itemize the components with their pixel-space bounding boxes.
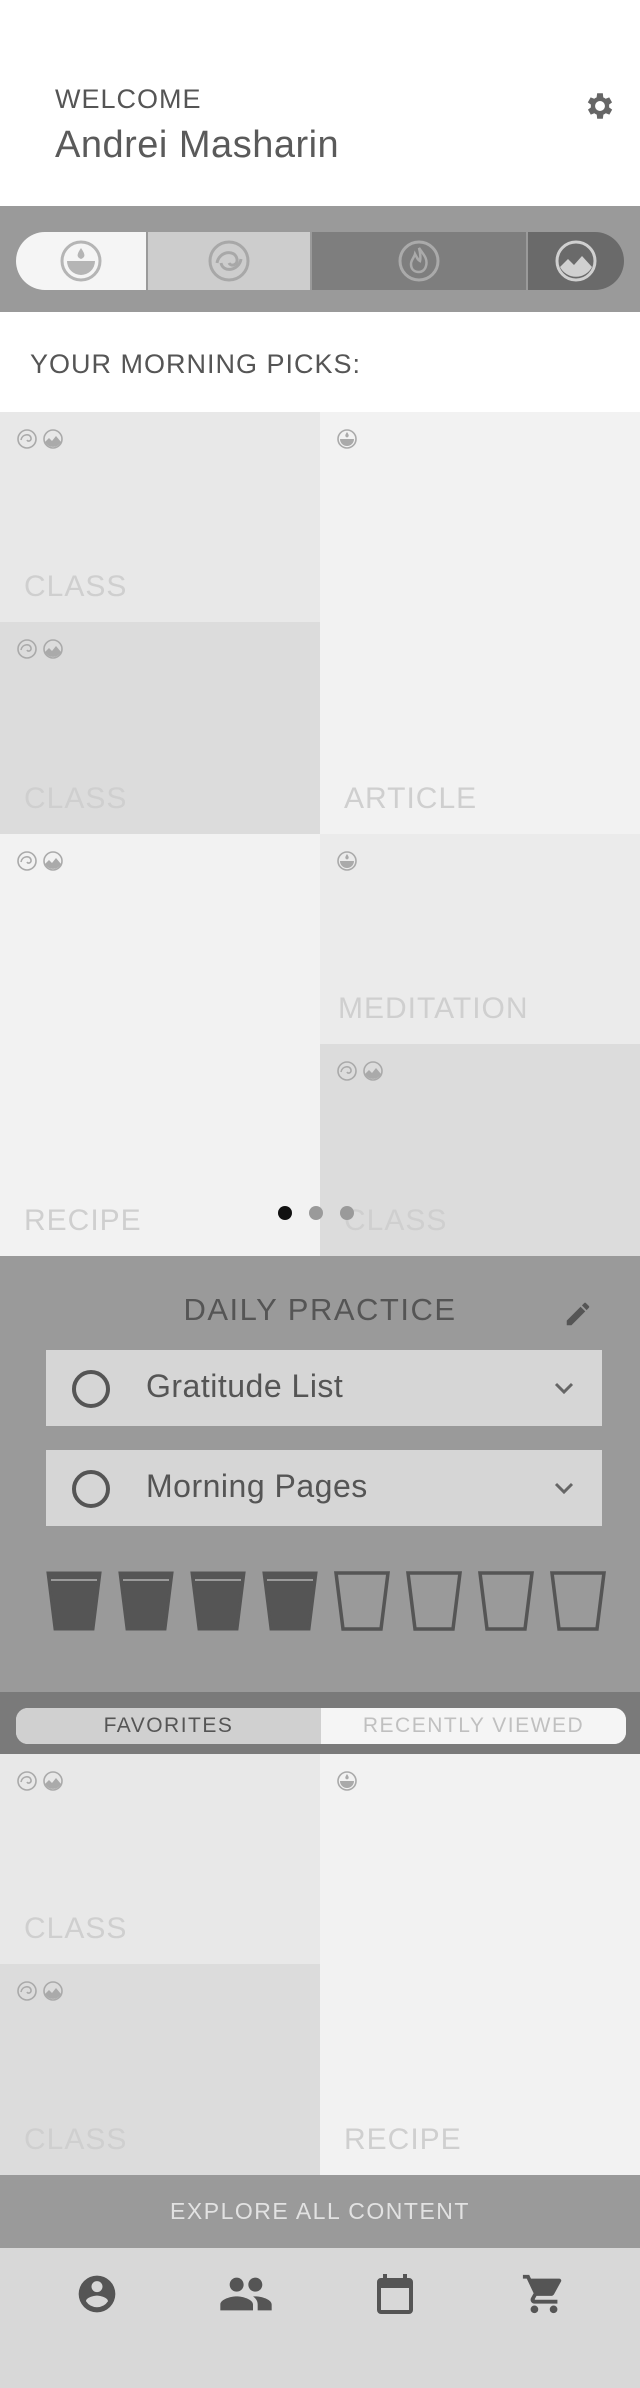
- element-icons: [336, 1060, 384, 1082]
- air-swirl-icon: [17, 1981, 37, 2001]
- card-label: ARTICLE: [344, 782, 478, 815]
- water-cup-empty[interactable]: [476, 1570, 536, 1632]
- pick-card-class-3[interactable]: CLASS: [320, 1044, 640, 1256]
- practice-label: Gratitude List: [146, 1368, 344, 1404]
- card-label: CLASS: [24, 782, 128, 815]
- practice-item-gratitude[interactable]: Gratitude List: [46, 1350, 602, 1426]
- carousel-dot-2[interactable]: [309, 1206, 323, 1220]
- water-cup-filled[interactable]: [116, 1570, 176, 1632]
- water-drop-icon: [337, 851, 357, 871]
- air-swirl-icon: [17, 851, 37, 871]
- fire-icon: [398, 240, 440, 282]
- water-cup-empty[interactable]: [404, 1570, 464, 1632]
- welcome-label: WELCOME: [55, 84, 202, 114]
- earth-icon: [43, 429, 63, 449]
- daily-practice-title: DAILY PRACTICE: [183, 1292, 457, 1327]
- earth-icon: [43, 639, 63, 659]
- pick-card-recipe[interactable]: RECIPE: [0, 834, 320, 1256]
- element-icons: [336, 428, 358, 450]
- card-label: CLASS: [24, 2123, 128, 2156]
- air-swirl-icon: [337, 1061, 357, 1081]
- earth-icon: [363, 1061, 383, 1081]
- element-icons: [16, 638, 64, 660]
- carousel-dot-1[interactable]: [278, 1206, 292, 1220]
- card-label: CLASS: [24, 570, 128, 603]
- practice-item-morning-pages[interactable]: Morning Pages: [46, 1450, 602, 1526]
- pick-card-class-1[interactable]: CLASS: [0, 412, 320, 622]
- card-label: RECIPE: [344, 2123, 462, 2156]
- element-icons: [16, 1770, 64, 1792]
- water-cup-empty[interactable]: [548, 1570, 608, 1632]
- carousel-dot-3[interactable]: [340, 1206, 354, 1220]
- nav-profile[interactable]: [69, 2266, 125, 2322]
- earth-icon: [555, 240, 597, 282]
- air-swirl-icon: [17, 1771, 37, 1791]
- water-drop-icon: [337, 1771, 357, 1791]
- favorite-card-recipe[interactable]: RECIPE: [320, 1754, 640, 2175]
- edit-practice-button[interactable]: [560, 1296, 596, 1332]
- account-circle-icon: [78, 2275, 115, 2313]
- pick-card-meditation[interactable]: MEDITATION: [320, 834, 640, 1044]
- nav-calendar[interactable]: [367, 2266, 423, 2322]
- air-swirl-icon: [17, 429, 37, 449]
- card-label: CLASS: [24, 1912, 128, 1945]
- water-cup-filled[interactable]: [260, 1570, 320, 1632]
- morning-picks-title: YOUR MORNING PICKS:: [30, 349, 362, 379]
- chevron-down-icon[interactable]: [548, 1372, 580, 1404]
- element-icons: [336, 850, 358, 872]
- nav-community[interactable]: [218, 2266, 274, 2322]
- element-icons: [16, 1980, 64, 2002]
- water-drop-icon: [60, 240, 102, 282]
- card-label: MEDITATION: [338, 992, 529, 1025]
- pencil-icon: [566, 1302, 590, 1326]
- tab-recently-viewed[interactable]: RECENTLY VIEWED: [321, 1708, 626, 1744]
- cart-icon: [522, 2274, 561, 2314]
- air-swirl-icon: [208, 240, 250, 282]
- water-drop-icon: [337, 429, 357, 449]
- practice-checkbox[interactable]: [72, 1470, 110, 1508]
- earth-icon: [43, 1771, 63, 1791]
- calendar-icon: [376, 2274, 413, 2314]
- element-fire-segment[interactable]: [312, 232, 528, 290]
- card-label: RECIPE: [24, 1204, 142, 1237]
- carousel-dots: [278, 1206, 354, 1220]
- nav-shop[interactable]: [516, 2266, 572, 2322]
- pick-card-class-2[interactable]: CLASS: [0, 622, 320, 834]
- tab-favorites[interactable]: FAVORITES: [16, 1708, 321, 1744]
- practice-label: Morning Pages: [146, 1468, 368, 1504]
- earth-icon: [43, 1981, 63, 2001]
- gear-icon: [587, 93, 613, 119]
- water-cup-filled[interactable]: [188, 1570, 248, 1632]
- element-earth-segment[interactable]: [528, 232, 624, 290]
- pick-card-article[interactable]: ARTICLE: [320, 412, 640, 834]
- content-tabs: FAVORITES RECENTLY VIEWED: [16, 1708, 626, 1744]
- practice-checkbox[interactable]: [72, 1370, 110, 1408]
- element-icons: [16, 850, 64, 872]
- element-icons: [16, 428, 64, 450]
- element-filter-toggle: [16, 232, 624, 290]
- favorite-card-class-2[interactable]: CLASS: [0, 1964, 320, 2175]
- element-water-segment[interactable]: [16, 232, 148, 290]
- bottom-nav: [0, 2248, 640, 2388]
- explore-all-button[interactable]: EXPLORE ALL CONTENT: [0, 2175, 640, 2248]
- user-name: Andrei Masharin: [55, 124, 340, 166]
- settings-button[interactable]: [580, 86, 620, 126]
- water-cup-empty[interactable]: [332, 1570, 392, 1632]
- air-swirl-icon: [17, 639, 37, 659]
- card-label: CLASS: [344, 1204, 448, 1237]
- water-cup-filled[interactable]: [44, 1570, 104, 1632]
- element-air-segment[interactable]: [148, 232, 312, 290]
- people-icon: [219, 2277, 272, 2311]
- chevron-down-icon[interactable]: [548, 1472, 580, 1504]
- water-cups: [44, 1570, 608, 1632]
- element-icons: [336, 1770, 358, 1792]
- earth-icon: [43, 851, 63, 871]
- favorite-card-class-1[interactable]: CLASS: [0, 1754, 320, 1964]
